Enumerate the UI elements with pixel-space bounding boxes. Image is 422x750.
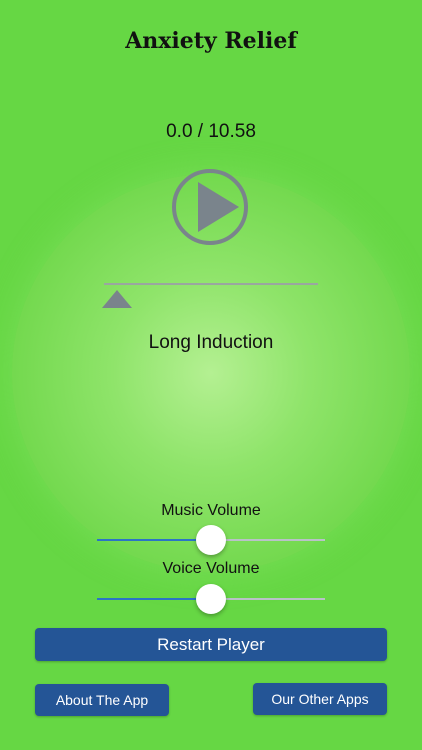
restart-player-button[interactable]: Restart Player	[35, 628, 387, 661]
voice-volume-label: Voice Volume	[162, 560, 260, 577]
track-name: Long Induction	[148, 332, 274, 353]
other-apps-button[interactable]: Our Other Apps	[253, 683, 387, 715]
play-button[interactable]	[171, 168, 249, 246]
voice-volume-track	[211, 598, 325, 600]
voice-volume-thumb[interactable]	[196, 584, 226, 614]
about-app-button[interactable]: About The App	[35, 684, 169, 716]
play-icon	[172, 169, 248, 245]
time-display: 0.0 / 10.58	[166, 121, 256, 142]
music-volume-track	[211, 539, 325, 541]
music-volume-slider[interactable]	[97, 525, 325, 555]
music-volume-thumb[interactable]	[196, 525, 226, 555]
progress-thumb[interactable]	[102, 290, 132, 308]
music-volume-fill	[97, 539, 211, 541]
music-volume-label: Music Volume	[161, 502, 261, 519]
voice-volume-fill	[97, 598, 211, 600]
voice-volume-slider[interactable]	[97, 584, 325, 614]
app-title: Anxiety Relief	[125, 28, 297, 54]
progress-track[interactable]	[104, 283, 318, 285]
